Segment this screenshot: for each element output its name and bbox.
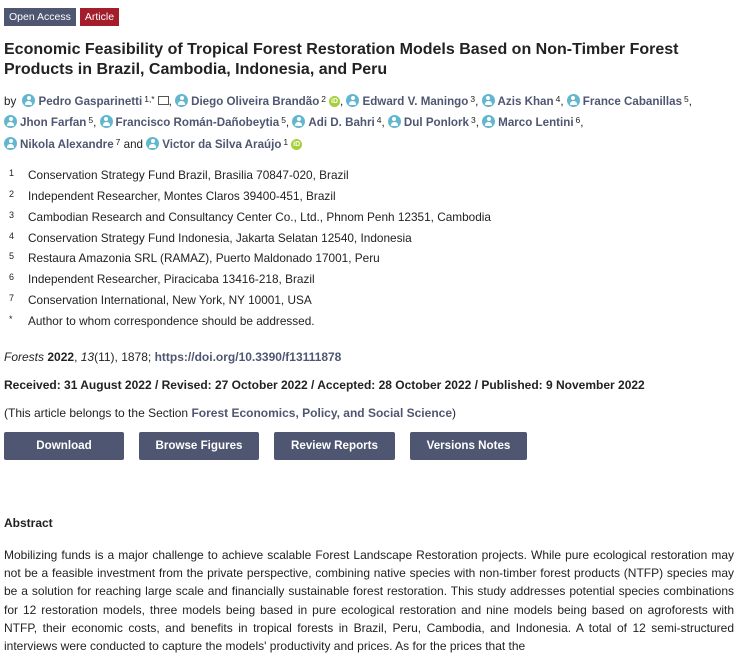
author-sup: 2	[321, 94, 327, 104]
author-link[interactable]: Adi D. Bahri	[292, 115, 375, 129]
article-title: Economic Feasibility of Tropical Forest …	[4, 41, 679, 78]
versions-notes-button[interactable]: Versions Notes	[410, 432, 527, 461]
affiliation-item: 4 Conservation Strategy Fund Indonesia, J…	[9, 230, 412, 245]
author-sup: 7	[115, 136, 121, 147]
author-link[interactable]: Nikola Alexandre	[4, 136, 114, 151]
citation-year: 2022	[47, 350, 75, 365]
affiliation-item: 3 Cambodian Research and Consultancy Cent…	[9, 209, 491, 224]
author-sup: 1	[283, 136, 289, 147]
journal-name: Forests	[4, 350, 45, 365]
author-link[interactable]: Jhon Farfan	[4, 115, 86, 129]
orcid-icon[interactable]: iD	[291, 138, 303, 150]
and-label: and	[123, 137, 143, 151]
person-icon	[566, 94, 580, 107]
publication-dates: Received: 31 August 2022 / Revised: 27 O…	[4, 378, 645, 393]
person-icon	[22, 94, 36, 107]
badge-row: Open Access Article	[4, 8, 734, 26]
person-icon	[175, 94, 189, 107]
open-access-badge[interactable]: Open Access	[4, 8, 76, 26]
person-icon	[292, 115, 306, 129]
download-button[interactable]: Download	[4, 432, 124, 461]
article-type-badge: Article	[79, 8, 120, 26]
section-link[interactable]: Forest Economics, Policy, and Social Sci…	[191, 406, 452, 420]
author-link[interactable]: Marco Lentini	[482, 115, 574, 129]
article-page: Open Access Article Economic Feasibility…	[4, 8, 734, 655]
author-link[interactable]: Dul Ponlork	[387, 115, 469, 129]
author-link[interactable]: France Cabanillas	[566, 94, 682, 108]
review-reports-button[interactable]: Review Reports	[274, 432, 395, 461]
action-buttons: Download Browse Figures Review Reports V…	[4, 432, 734, 461]
orcid-icon[interactable]: iD	[329, 96, 341, 107]
author-sup: 1,*	[144, 94, 155, 104]
author-list: by Pedro Gasparinetti 1,*, Diego Oliveira…	[4, 94, 692, 151]
person-icon	[481, 94, 495, 107]
person-icon	[99, 115, 113, 129]
abstract-heading: Abstract	[4, 516, 53, 531]
affiliation-list: 1 Conservation Strategy Fund Brazil, Bras…	[4, 168, 734, 335]
browse-figures-button[interactable]: Browse Figures	[139, 432, 259, 461]
author-link[interactable]: Victor da Silva Araújo	[146, 136, 281, 151]
section-note: (This article belongs to the Section For…	[4, 406, 456, 421]
affiliation-item: 6 Independent Researcher, Piracicaba 1341…	[9, 272, 315, 287]
citation-volume: 13	[80, 350, 95, 365]
citation-line: Forests 2022, 13(11), 1878; https://doi.…	[4, 350, 342, 365]
affiliation-item: 2 Independent Researcher, Montes Claros 3…	[9, 188, 336, 203]
affiliation-item: 7 Conservation International, New York, N…	[9, 293, 312, 308]
author-link[interactable]: Edward V. Maningo	[346, 94, 468, 108]
by-label: by	[4, 95, 17, 108]
mail-icon[interactable]	[157, 96, 169, 105]
person-icon	[146, 136, 160, 150]
citation-issue-pages: (11), 1878;	[94, 350, 152, 365]
person-icon	[4, 115, 17, 129]
author-link[interactable]: Pedro Gasparinetti	[22, 94, 142, 108]
correspondence-note: * Author to whom correspondence should be…	[9, 314, 315, 329]
person-icon	[346, 94, 360, 107]
doi-link[interactable]: https://doi.org/10.3390/f13111878	[155, 350, 342, 364]
person-icon	[482, 115, 496, 129]
affiliation-item: 1 Conservation Strategy Fund Brazil, Bras…	[9, 167, 349, 182]
abstract-text: Mobilizing funds is a major challenge to…	[4, 548, 734, 654]
author-link[interactable]: Diego Oliveira Brandão	[175, 94, 319, 108]
author-link[interactable]: Azis Khan	[481, 94, 554, 108]
person-icon	[4, 136, 17, 150]
affiliation-item: 5 Restaura Amazonia SRL (RAMAZ), Puerto M…	[9, 251, 380, 266]
author-link[interactable]: Francisco Román-Dañobeytia	[99, 115, 279, 129]
person-icon	[387, 115, 401, 129]
